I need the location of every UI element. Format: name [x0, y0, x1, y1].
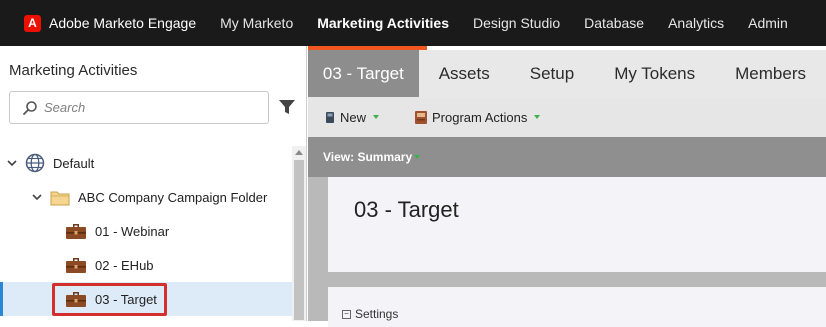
top-navigation: A Adobe Marketo Engage My Marketo Market… — [0, 0, 826, 46]
new-icon — [326, 111, 334, 123]
search-icon — [23, 100, 37, 115]
caret-down-icon — [373, 115, 380, 119]
briefcase-icon — [66, 258, 86, 273]
nav-admin[interactable]: Admin — [736, 0, 800, 46]
tree-item-label: Default — [53, 155, 95, 171]
tree-item-label: 01 - Webinar — [95, 223, 170, 239]
tree-item-target[interactable]: 03 - Target — [0, 282, 292, 316]
left-panel: Marketing Activities Default — [0, 46, 307, 321]
tab-setup[interactable]: Setup — [510, 50, 594, 97]
adobe-logo-icon: A — [24, 14, 41, 32]
briefcase-icon — [66, 224, 86, 239]
nav-design-studio[interactable]: Design Studio — [461, 0, 572, 46]
nav-my-marketo[interactable]: My Marketo — [208, 0, 305, 46]
search-box[interactable] — [9, 91, 269, 124]
chevron-down-icon[interactable] — [32, 192, 42, 202]
search-input[interactable] — [44, 100, 244, 115]
tree: Default ABC Company Campaign Folder 01 -… — [0, 146, 292, 316]
tree-item-default[interactable]: Default — [0, 146, 292, 180]
summary-card: 03 - Target — [328, 177, 826, 272]
scroll-thumb[interactable] — [294, 160, 304, 320]
tree-scrollbar[interactable] — [292, 146, 306, 321]
tab-assets[interactable]: Assets — [419, 50, 510, 97]
tab-03-target[interactable]: 03 - Target — [308, 50, 419, 97]
brand[interactable]: A Adobe Marketo Engage — [0, 0, 208, 46]
panel-title: Marketing Activities — [9, 62, 138, 79]
program-actions-label: Program Actions — [432, 109, 528, 125]
caret-down-icon[interactable] — [413, 153, 421, 161]
tree-item-label: 03 - Target — [95, 291, 157, 307]
scroll-up-arrow-icon[interactable] — [294, 148, 304, 156]
tree-item-abc-folder[interactable]: ABC Company Campaign Folder — [0, 180, 292, 214]
toolbar: New Program Actions — [308, 97, 826, 137]
nav-analytics[interactable]: Analytics — [656, 0, 736, 46]
briefcase-icon — [66, 292, 86, 307]
tree-item-ehub[interactable]: 02 - EHub — [0, 248, 292, 282]
filter-icon[interactable] — [279, 99, 295, 115]
nav-database[interactable]: Database — [572, 0, 656, 46]
new-button[interactable]: New — [325, 110, 380, 125]
view-bar: View: Summary — [308, 137, 826, 177]
tree-item-label: 02 - EHub — [95, 257, 154, 273]
brand-name: Adobe Marketo Engage — [49, 15, 197, 31]
settings-section[interactable]: − Settings — [342, 307, 398, 321]
nav-marketing-activities[interactable]: Marketing Activities — [305, 0, 461, 46]
view-selector[interactable]: View: Summary — [323, 150, 412, 164]
tree-item-webinar[interactable]: 01 - Webinar — [0, 214, 292, 248]
tree-item-label: ABC Company Campaign Folder — [78, 189, 268, 205]
globe-icon — [25, 153, 45, 173]
content-area: 03 - Target − Settings — [308, 177, 826, 327]
chevron-down-icon[interactable] — [7, 158, 17, 168]
tab-my-tokens[interactable]: My Tokens — [594, 50, 715, 97]
settings-card: − Settings — [328, 287, 826, 327]
program-actions-icon — [415, 110, 428, 124]
tabs-bar: 03 - Target Assets Setup My Tokens Membe… — [308, 50, 826, 97]
new-label: New — [340, 109, 367, 125]
program-actions-button[interactable]: Program Actions — [414, 110, 541, 125]
collapse-icon[interactable]: − — [342, 309, 351, 319]
folder-icon — [50, 191, 70, 205]
settings-label: Settings — [355, 307, 399, 321]
tab-members[interactable]: Members — [715, 50, 826, 97]
caret-down-icon — [534, 115, 541, 119]
program-title: 03 - Target — [354, 197, 459, 222]
